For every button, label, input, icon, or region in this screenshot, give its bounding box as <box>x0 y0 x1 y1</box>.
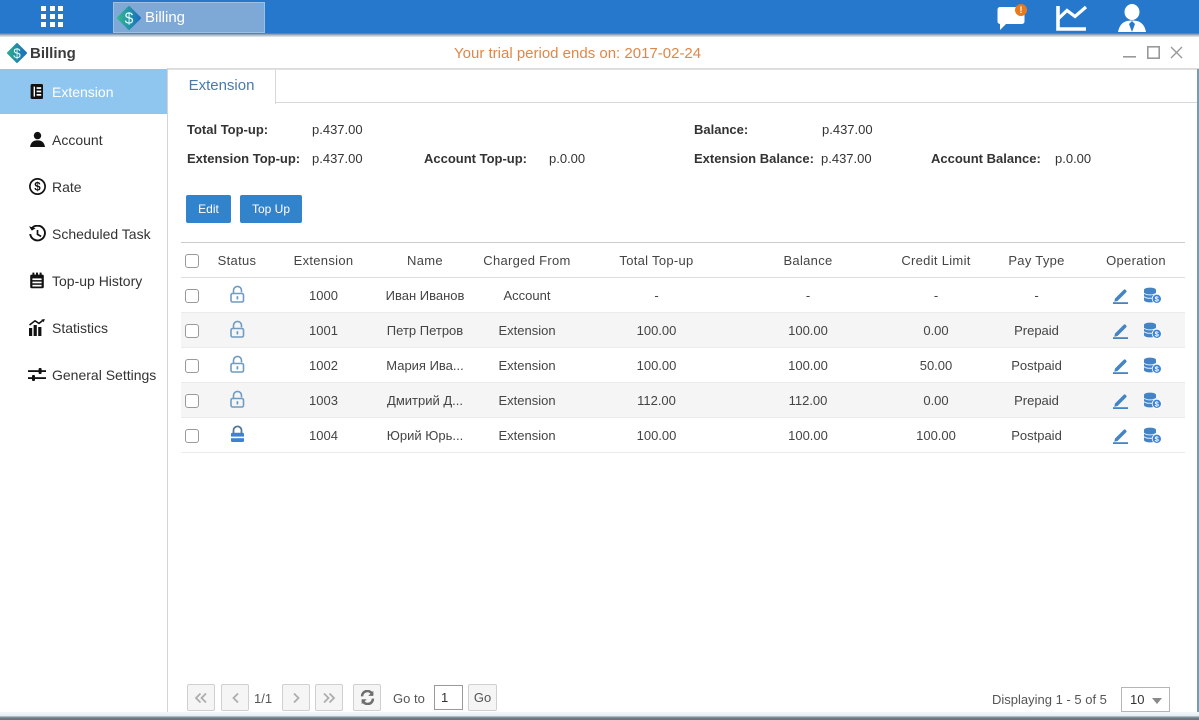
svg-text:$: $ <box>125 10 134 27</box>
svg-text:$: $ <box>34 182 41 194</box>
svg-text:$: $ <box>13 46 21 61</box>
svg-text:!: ! <box>1020 5 1023 15</box>
